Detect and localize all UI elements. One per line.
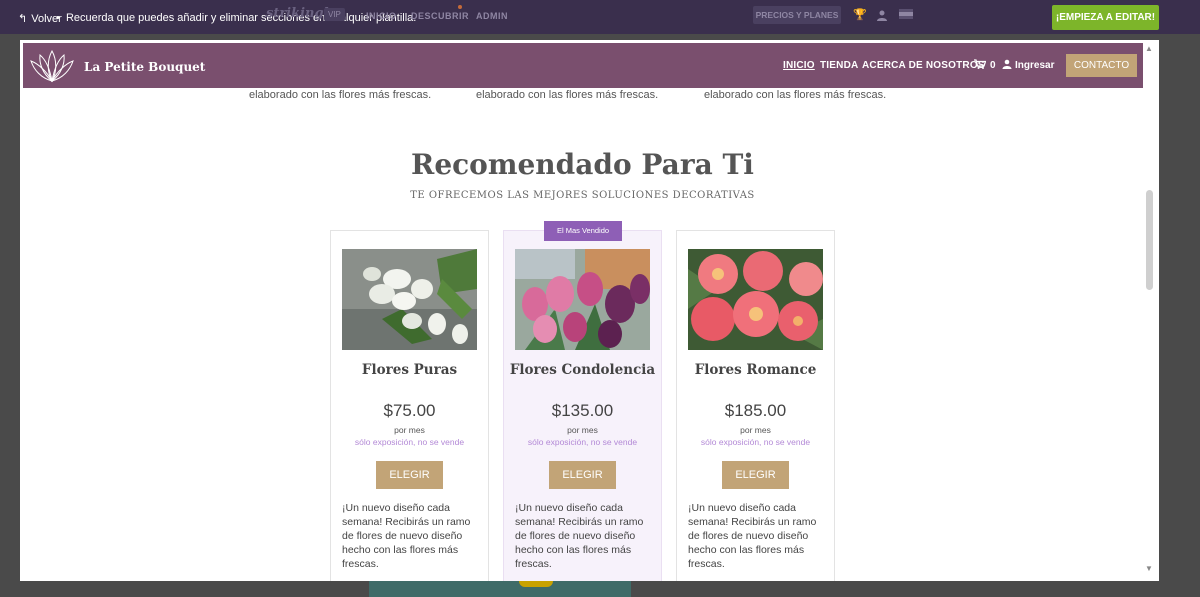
login-link[interactable]: Ingresar [1002,59,1054,72]
editor-nav-descubrir[interactable]: DESCUBRIR [411,11,469,21]
site-nav-acerca[interactable]: ACERCA DE NOSOTROS [862,60,985,71]
card-description: ¡Un nuevo diseño cada semana! Recibirás … [342,502,471,570]
site-brand[interactable]: La Petite Bouquet [84,60,205,74]
editor-nav-admin[interactable]: ADMIN [476,11,508,21]
plans-button[interactable]: PRECIOS Y PLANES [753,6,841,24]
scrollbar-thumb[interactable] [1146,190,1153,290]
choose-button[interactable]: ELEGIR [549,461,616,489]
site-nav-inicio[interactable]: INICIO [783,60,815,71]
card-description: ¡Un nuevo diseño cada semana! Recibirás … [688,502,817,570]
vip-badge: VIP [324,8,345,21]
pricing-card-featured: Flores Condolencia $135.00 por mes sólo … [503,230,662,581]
previous-section-text-3: elaborado con las flores más frescas. [704,89,887,101]
section-subtitle: TE OFRECEMOS LAS MEJORES SOLUCIONES DECO… [410,190,755,201]
choose-button[interactable]: ELEGIR [376,461,443,489]
notification-dot [458,5,462,9]
back-arrow-icon: ↰ [18,13,28,25]
lotus-logo-icon[interactable] [29,48,75,84]
contact-button[interactable]: CONTACTO [1066,54,1137,77]
site-preview-frame[interactable]: La Petite Bouquet INICIO TIENDA ACERCA D… [20,40,1159,581]
flag-icon[interactable] [899,9,913,21]
section-title: Recomendado Para Ti [411,148,754,181]
editor-hint: • Recuerda que puedes añadir y eliminar … [56,12,417,24]
start-editing-button[interactable]: ¡EMPIEZA A EDITAR! [1052,5,1159,30]
editor-nav-inicio[interactable]: INICIO [366,11,397,21]
person-icon [1002,59,1012,72]
site-nav-tienda[interactable]: TIENDA [820,60,858,71]
product-image [515,249,650,350]
card-title: Flores Condolencia [509,362,656,378]
scroll-down-icon[interactable]: ▼ [1145,564,1153,573]
card-title: Flores Romance [694,362,817,378]
scroll-up-icon[interactable]: ▲ [1145,44,1153,53]
card-title: Flores Puras [361,362,458,378]
card-price: $185.00 [724,401,787,420]
card-note: sólo exposición, no se vende [700,437,811,447]
card-price: $135.00 [551,401,614,420]
pricing-card: Flores Romance $185.00 por mes sólo expo… [676,230,835,581]
editor-toolbar: ↰ Volver • Recuerda que puedes añadir y … [0,0,1200,34]
user-icon[interactable] [876,9,888,21]
cart-link[interactable]: 0 [974,59,996,72]
choose-button[interactable]: ELEGIR [722,461,789,489]
site-header: La Petite Bouquet INICIO TIENDA ACERCA D… [23,43,1143,88]
card-period: por mes [567,425,598,435]
previous-section-text-2: elaborado con las flores más frescas. [476,89,659,101]
card-price: $75.00 [383,401,436,420]
card-description: ¡Un nuevo diseño cada semana! Recibirás … [515,502,644,570]
background-page-strip [369,581,631,597]
login-label: Ingresar [1015,60,1055,71]
best-seller-badge: El Mas Vendido [544,221,622,241]
trophy-icon[interactable]: 🏆 [853,9,867,21]
pricing-card: Flores Puras $75.00 por mes sólo exposic… [330,230,489,581]
background-page-badge [519,581,553,587]
card-period: por mes [394,425,425,435]
card-note: sólo exposición, no se vende [354,437,465,447]
card-period: por mes [740,425,771,435]
previous-section-text-1: elaborado con las flores más frescas. [249,89,432,101]
product-image [342,249,477,350]
cart-count: 0 [990,60,996,71]
cart-icon [974,59,987,72]
product-image [688,249,823,350]
card-note: sólo exposición, no se vende [527,437,638,447]
